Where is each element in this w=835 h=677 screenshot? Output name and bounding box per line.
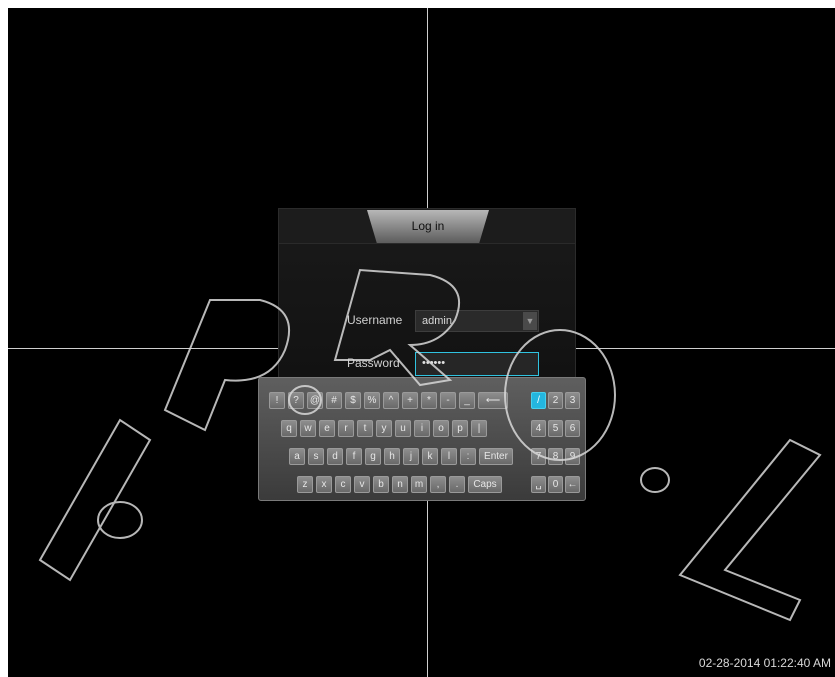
numpad-key[interactable]: ␣ xyxy=(531,476,546,493)
key[interactable]: % xyxy=(364,392,380,409)
numpad-key[interactable]: 7 xyxy=(531,448,546,465)
key[interactable]: p xyxy=(452,420,468,437)
key[interactable]: r xyxy=(338,420,354,437)
key[interactable]: Enter xyxy=(479,448,513,465)
key[interactable]: d xyxy=(327,448,343,465)
key[interactable]: z xyxy=(297,476,313,493)
dialog-header: Log in xyxy=(279,209,575,244)
numpad-key[interactable]: ← xyxy=(565,476,580,493)
key[interactable]: t xyxy=(357,420,373,437)
key[interactable]: @ xyxy=(307,392,323,409)
status-timestamp: 02-28-2014 01:22:40 AM xyxy=(698,656,831,670)
key[interactable]: f xyxy=(346,448,362,465)
key[interactable]: q xyxy=(281,420,297,437)
key[interactable]: . xyxy=(449,476,465,493)
username-value: admin xyxy=(422,315,452,327)
numpad-key[interactable]: 6 xyxy=(565,420,580,437)
key[interactable]: , xyxy=(430,476,446,493)
key[interactable]: # xyxy=(326,392,342,409)
key[interactable]: $ xyxy=(345,392,361,409)
key[interactable]: x xyxy=(316,476,332,493)
quad-divider-horizontal-left xyxy=(8,348,278,349)
key[interactable]: | xyxy=(471,420,487,437)
numpad-key[interactable]: 8 xyxy=(548,448,563,465)
key[interactable]: + xyxy=(402,392,418,409)
screen-border-top xyxy=(0,0,835,8)
key[interactable]: c xyxy=(335,476,351,493)
username-select[interactable]: admin ▼ xyxy=(415,310,539,332)
numpad-key[interactable]: 4 xyxy=(531,420,546,437)
username-label: Username xyxy=(347,313,403,327)
key[interactable]: ^ xyxy=(383,392,399,409)
numpad-key[interactable]: 9 xyxy=(565,448,580,465)
key[interactable]: g xyxy=(365,448,381,465)
quad-divider-horizontal-right xyxy=(576,348,835,349)
key[interactable]: n xyxy=(392,476,408,493)
numpad-key[interactable]: 3 xyxy=(565,392,580,409)
key[interactable]: b xyxy=(373,476,389,493)
key[interactable]: w xyxy=(300,420,316,437)
onscreen-keyboard: !? @ # $% ^ + * - _ ⟵ q w e r t y u i o p | a s d f g h j k l: Enter z x… xyxy=(258,377,586,501)
screen-border-left xyxy=(0,0,8,677)
key[interactable]: i xyxy=(414,420,430,437)
key[interactable]: v xyxy=(354,476,370,493)
key[interactable]: h xyxy=(384,448,400,465)
key[interactable]: s xyxy=(308,448,324,465)
key[interactable]: o xyxy=(433,420,449,437)
watermark-glyph-l xyxy=(678,438,822,622)
key[interactable]: l xyxy=(441,448,457,465)
key[interactable]: ? xyxy=(288,392,304,409)
watermark-glyph-dot-3 xyxy=(640,467,670,493)
key[interactable]: ⟵ xyxy=(478,392,508,409)
key[interactable]: - xyxy=(440,392,456,409)
watermark-glyph-dot-1 xyxy=(97,501,143,539)
key[interactable]: _ xyxy=(459,392,475,409)
dialog-title: Log in xyxy=(411,219,445,233)
watermark-glyph-i xyxy=(38,418,152,582)
key[interactable]: * xyxy=(421,392,437,409)
key[interactable]: ! xyxy=(269,392,285,409)
key[interactable]: : xyxy=(460,448,476,465)
key[interactable]: j xyxy=(403,448,419,465)
numpad-key[interactable]: 2 xyxy=(548,392,563,409)
password-input[interactable]: •••••• xyxy=(415,352,539,376)
chevron-down-icon[interactable]: ▼ xyxy=(523,312,537,330)
key[interactable]: k xyxy=(422,448,438,465)
password-label: Password xyxy=(347,356,400,370)
key[interactable]: e xyxy=(319,420,335,437)
numpad-key[interactable]: 5 xyxy=(548,420,563,437)
key[interactable]: y xyxy=(376,420,392,437)
login-dialog: Log in Username admin ▼ Password •••••• xyxy=(278,208,576,378)
key[interactable]: u xyxy=(395,420,411,437)
key[interactable]: Caps xyxy=(468,476,502,493)
key[interactable]: m xyxy=(411,476,427,493)
numpad-key[interactable]: 0 xyxy=(548,476,563,493)
key[interactable]: a xyxy=(289,448,305,465)
numpad-key[interactable]: / xyxy=(531,392,546,409)
